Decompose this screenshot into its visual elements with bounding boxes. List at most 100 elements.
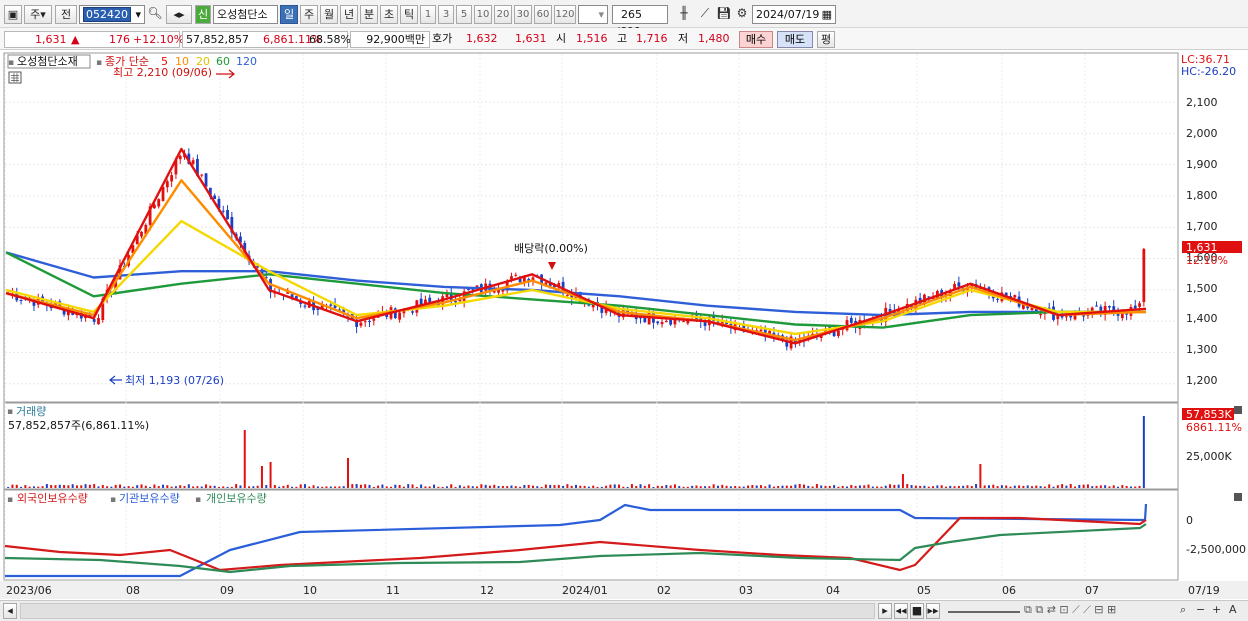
candle-body — [19, 300, 23, 302]
period-minute-button[interactable]: 분 — [360, 5, 378, 24]
volume-bar — [415, 486, 418, 488]
scroll-right-icon[interactable]: ▸ — [878, 603, 892, 619]
price-box: 1,631 ▲ 176 +12.10% — [4, 31, 184, 48]
interval-3-button[interactable]: 3 — [438, 5, 454, 24]
period-tick-button[interactable]: 틱 — [400, 5, 418, 24]
volume-bar — [355, 484, 358, 488]
candle-body — [1039, 314, 1043, 316]
volume-bar — [544, 484, 547, 488]
interval-1-button[interactable]: 1 — [420, 5, 436, 24]
calendar-icon[interactable]: ▦ — [822, 6, 832, 23]
interval-30-button[interactable]: 30 — [514, 5, 532, 24]
save-icon[interactable]: 💾︎ — [716, 5, 732, 24]
date-input[interactable]: 2024/07/19 ▦ — [752, 5, 836, 24]
prev-button[interactable]: 전 — [55, 5, 77, 24]
volume-bar — [824, 485, 827, 488]
price-panel-title: 오성첨단소재 — [17, 55, 78, 68]
volume-bar — [605, 485, 608, 488]
volume-bar — [110, 486, 113, 488]
minus-icon[interactable]: − — [1196, 603, 1205, 619]
volume-bar — [471, 486, 474, 488]
interval-120-button[interactable]: 120 — [554, 5, 576, 24]
individual-legend[interactable]: 개인보유수량 — [206, 492, 267, 505]
volume-bar — [372, 486, 375, 488]
volume-bar — [889, 484, 892, 488]
volume-bar — [37, 486, 40, 488]
stock-chart[interactable]: 오성첨단소재 ▪ ▪ 종가 단순 5 10 20 60 120 LC:36.71… — [0, 50, 1248, 600]
zoom-out-icon[interactable]: ⌕ — [1180, 603, 1186, 619]
period-year-button[interactable]: 년 — [340, 5, 358, 24]
low-annotation: 최저 1,193 (07/26) — [125, 374, 224, 387]
ma120-legend[interactable]: 120 — [236, 55, 257, 68]
period-month-button[interactable]: 월 — [320, 5, 338, 24]
table-view-icon[interactable] — [8, 71, 22, 84]
volume-bar — [467, 485, 470, 488]
candle-body — [1082, 315, 1086, 317]
interval-60-button[interactable]: 60 — [534, 5, 552, 24]
volume-bar — [579, 485, 582, 488]
scroll-left-icon[interactable]: ◂ — [3, 603, 17, 619]
institution-legend[interactable]: 기관보유수량 — [119, 492, 180, 505]
interval-10-button[interactable]: 10 — [474, 5, 492, 24]
volume-bar — [867, 484, 870, 488]
interval-custom-select[interactable]: ▾ — [578, 5, 608, 24]
buy-button[interactable]: 매수 — [739, 31, 773, 48]
sound-icon[interactable]: ◂▸ — [166, 5, 192, 24]
candle-body — [165, 181, 169, 188]
ma60-legend[interactable]: 60 — [216, 55, 230, 68]
search-icon[interactable]: 🔍︎ — [147, 5, 163, 24]
quote-bar: 1,631 ▲ 176 +12.10% 57,852,857 6,861.11%… — [0, 28, 1248, 50]
volume-bar — [858, 485, 861, 488]
stock-code-input[interactable]: 052420 ▾ — [79, 5, 145, 24]
holding-panel-close-icon[interactable] — [1234, 493, 1242, 501]
stock-name-field[interactable]: 오성첨단소 — [213, 5, 278, 24]
interval-dropdown-icon: ▾ — [598, 8, 604, 21]
horizontal-scrollbar[interactable] — [20, 603, 875, 619]
candle-type-icon[interactable]: ╫ — [675, 5, 693, 24]
volume-bar — [803, 484, 805, 488]
volume-bar — [944, 486, 947, 488]
settings-gear-icon[interactable]: ⚙ — [734, 5, 750, 24]
x-tick: 08 — [126, 584, 140, 597]
tool-icons[interactable]: ⧉ ⧉ ⇄ ⊡ ⟋ ⟋ ⊟ ⊞ — [1024, 603, 1116, 619]
volume-bar — [321, 486, 324, 488]
interval-5-button[interactable]: 5 — [456, 5, 472, 24]
volume-panel-close-icon[interactable] — [1234, 406, 1242, 414]
volume-bar — [781, 485, 784, 488]
window-menu-icon[interactable]: ▣ — [4, 5, 22, 24]
volume-bar — [106, 486, 109, 488]
volume-bar — [893, 484, 896, 488]
prev-page-icon[interactable]: ◂◂ — [894, 603, 908, 619]
stop-icon[interactable]: ■ — [910, 603, 924, 619]
foreign-legend[interactable]: 외국인보유수량 — [17, 492, 88, 505]
volume-bar — [119, 484, 121, 488]
candle-body — [996, 298, 999, 300]
volume-bar — [691, 485, 694, 488]
volume-bar — [140, 484, 143, 488]
market-type-select[interactable]: 주▾ — [24, 5, 52, 24]
volume-bar — [278, 486, 281, 488]
data-count-field[interactable]: 265/600 — [612, 5, 668, 38]
candle-body — [759, 329, 763, 332]
period-second-button[interactable]: 초 — [380, 5, 398, 24]
plus-icon[interactable]: + — [1212, 603, 1221, 619]
zoom-slider[interactable] — [948, 603, 1020, 613]
evaluate-button[interactable]: 평 — [817, 31, 835, 48]
code-dropdown-icon[interactable]: ▾ — [135, 6, 141, 23]
font-size-icon[interactable]: A — [1229, 603, 1237, 619]
line-draw-icon[interactable]: ⟋ — [696, 5, 714, 24]
volume-bar — [1061, 484, 1064, 488]
volume-bar — [1125, 485, 1128, 488]
price-tick: 2,000 — [1186, 127, 1218, 140]
volume-bar — [618, 484, 621, 488]
volume-bar — [1134, 486, 1137, 488]
interval-20-button[interactable]: 20 — [494, 5, 512, 24]
chart-area[interactable]: 오성첨단소재 ▪ ▪ 종가 단순 5 10 20 60 120 LC:36.71… — [0, 50, 1248, 600]
volume-bar — [699, 486, 702, 488]
candle-body — [1133, 305, 1137, 309]
sell-button[interactable]: 매도 — [777, 31, 813, 48]
period-day-button[interactable]: 일 — [280, 5, 298, 24]
volume-bar — [686, 486, 689, 488]
next-page-icon[interactable]: ▸▸ — [926, 603, 940, 619]
period-week-button[interactable]: 주 — [300, 5, 318, 24]
